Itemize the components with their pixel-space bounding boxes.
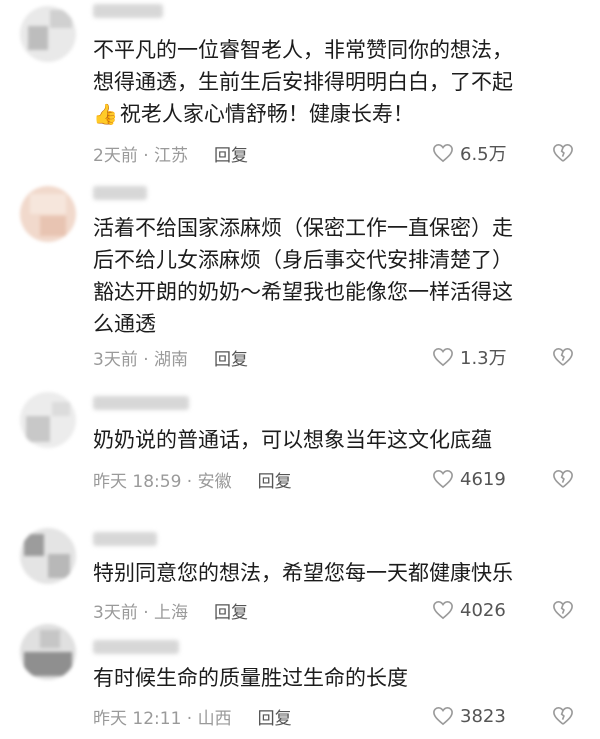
like-button[interactable]: 3823	[432, 703, 506, 729]
time-location: 3天前 · 上海	[93, 602, 189, 623]
comment-text: 不平凡的一位睿智老人，非常赞同你的想法， 想得通透，生前生后安排得明明白白，了不…	[93, 34, 583, 130]
like-count: 3823	[460, 705, 506, 727]
username[interactable]	[93, 396, 189, 410]
thumbs-up-emoji: 👍	[93, 102, 118, 126]
dislike-button[interactable]	[552, 140, 574, 166]
comment-text: 活着不给国家添麻烦（保密工作一直保密）走 后不给儿女添麻烦（身后事交代安排清楚了…	[93, 216, 513, 336]
broken-heart-icon	[553, 347, 573, 366]
avatar[interactable]	[20, 186, 76, 242]
heart-outline-icon	[433, 706, 453, 726]
heart-outline-icon	[433, 347, 453, 367]
heart-outline-icon	[433, 143, 453, 163]
username[interactable]	[93, 640, 179, 654]
time-location: 昨天 18:59 · 安徽	[93, 471, 232, 492]
broken-heart-icon	[553, 600, 573, 619]
like-button[interactable]: 6.5万	[432, 140, 507, 166]
username[interactable]	[93, 186, 147, 200]
comment-text: 有时候生命的质量胜过生命的长度	[93, 666, 408, 690]
like-count: 4026	[460, 599, 506, 621]
avatar[interactable]	[20, 528, 76, 584]
dislike-button[interactable]	[552, 344, 574, 370]
username[interactable]	[93, 4, 163, 18]
avatar[interactable]	[20, 392, 76, 448]
avatar[interactable]	[20, 6, 76, 62]
like-count: 4619	[460, 468, 506, 490]
reply-button[interactable]: 回复	[214, 141, 248, 166]
time-location: 3天前 · 湖南	[93, 349, 189, 370]
heart-outline-icon	[433, 469, 453, 489]
username[interactable]	[93, 532, 157, 546]
like-button[interactable]: 1.3万	[432, 344, 507, 370]
comment-meta: 3天前 · 湖南 回复	[93, 344, 248, 370]
time-location: 昨天 12:11 · 山西	[93, 708, 232, 729]
comment-meta: 昨天 18:59 · 安徽 回复	[93, 466, 292, 492]
comment-text: 奶奶说的普通话，可以想象当年这文化底蕴	[93, 428, 492, 452]
like-count: 6.5万	[460, 144, 507, 165]
dislike-button[interactable]	[552, 703, 574, 729]
broken-heart-icon	[553, 143, 573, 162]
like-count: 1.3万	[460, 348, 507, 369]
avatar[interactable]	[20, 624, 76, 680]
comment-meta: 2天前 · 江苏 回复	[93, 140, 248, 166]
dislike-button[interactable]	[552, 466, 574, 492]
reply-button[interactable]: 回复	[214, 598, 248, 623]
dislike-button[interactable]	[552, 597, 574, 623]
comment-meta: 昨天 12:11 · 山西 回复	[93, 703, 292, 729]
comment-meta: 3天前 · 上海 回复	[93, 597, 248, 623]
heart-outline-icon	[433, 600, 453, 620]
comment-text: 特别同意您的想法，希望您每一天都健康快乐	[93, 561, 513, 585]
like-button[interactable]: 4026	[432, 597, 506, 623]
reply-button[interactable]: 回复	[258, 704, 292, 729]
like-button[interactable]: 4619	[432, 466, 506, 492]
broken-heart-icon	[553, 469, 573, 488]
time-location: 2天前 · 江苏	[93, 145, 189, 166]
broken-heart-icon	[553, 706, 573, 725]
reply-button[interactable]: 回复	[214, 345, 248, 370]
reply-button[interactable]: 回复	[258, 467, 292, 492]
